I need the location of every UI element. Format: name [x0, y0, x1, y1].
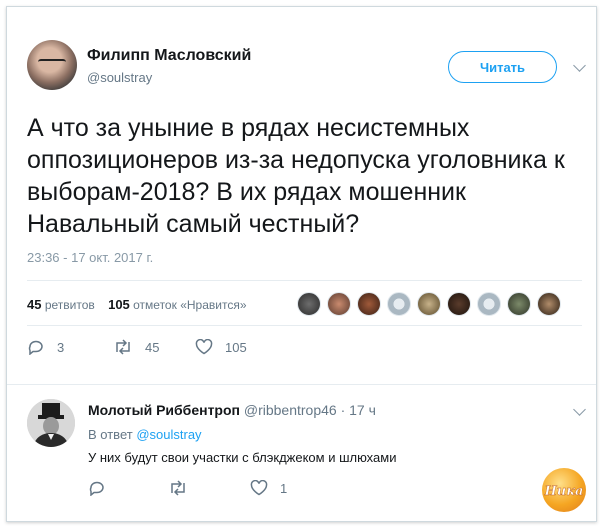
retweets-stat[interactable]: 45 ретвитов	[27, 297, 95, 312]
avatar[interactable]	[537, 292, 561, 316]
follow-button[interactable]: Читать	[448, 51, 557, 83]
reply-icon	[28, 340, 43, 355]
avatar[interactable]	[477, 292, 501, 316]
likers-avatars	[297, 292, 567, 316]
like-action[interactable]: 1	[250, 480, 287, 496]
author-handle[interactable]: @soulstray	[87, 70, 152, 85]
tweet-stats: 45 ретвитов 105 отметок «Нравится»	[27, 297, 247, 312]
section-separator	[7, 384, 596, 385]
avatar[interactable]	[357, 292, 381, 316]
reply-author-handle[interactable]: @ribbentrop46	[244, 402, 337, 418]
reply-action[interactable]: 3	[27, 339, 64, 355]
svg-text:Ника: Ника	[544, 484, 584, 499]
reply-author-name[interactable]: Молотый Риббентроп	[88, 402, 240, 418]
avatar-glasses	[38, 59, 66, 67]
avatar[interactable]	[327, 292, 351, 316]
tweet-timestamp[interactable]: 23:36 - 17 окт. 2017 г.	[27, 250, 153, 265]
tweet-card: Филипп Масловский @soulstray Читать А чт…	[6, 6, 597, 522]
like-action[interactable]: 105	[195, 339, 247, 355]
avatar[interactable]	[297, 292, 321, 316]
likes-stat[interactable]: 105 отметок «Нравится»	[108, 297, 246, 312]
like-count: 1	[280, 480, 288, 496]
reply-author-avatar[interactable]	[27, 399, 75, 447]
reply-icon	[89, 481, 104, 496]
author-avatar[interactable]	[27, 40, 77, 90]
tweet-text: А что за уныние в рядах несистемных оппо…	[27, 114, 565, 238]
watermark-logo: Ника	[542, 468, 586, 512]
retweet-icon	[116, 339, 130, 355]
reply-author-line: Молотый Риббентроп @ribbentrop46 · 17 ч	[88, 402, 376, 418]
retweet-icon	[171, 480, 185, 496]
retweet-action[interactable]: 45	[113, 339, 159, 355]
avatar[interactable]	[387, 292, 411, 316]
reply-context: В ответ @soulstray	[88, 427, 202, 442]
avatar[interactable]	[447, 292, 471, 316]
reply-avatar-figure	[27, 399, 75, 447]
chevron-down-icon[interactable]	[573, 403, 586, 416]
divider	[27, 280, 582, 281]
avatar[interactable]	[507, 292, 531, 316]
avatar[interactable]	[417, 292, 441, 316]
heart-icon	[250, 480, 268, 496]
reply-time[interactable]: · 17 ч	[341, 402, 376, 418]
retweet-count: 45	[145, 339, 160, 355]
chevron-down-icon[interactable]	[573, 59, 586, 72]
author-name[interactable]: Филипп Масловский	[87, 47, 251, 65]
heart-icon	[195, 339, 213, 355]
reply-text: У них будут свои участки с блэкджеком и …	[88, 450, 397, 465]
like-count: 105	[225, 339, 247, 355]
reply-to-handle[interactable]: @soulstray	[136, 427, 201, 442]
reply-action[interactable]	[88, 480, 118, 496]
reply-prefix: В ответ	[88, 427, 133, 442]
divider	[27, 325, 582, 326]
reply-count: 3	[57, 339, 65, 355]
watermark-logo-art: Ника	[543, 484, 584, 499]
retweet-action[interactable]	[168, 480, 200, 496]
